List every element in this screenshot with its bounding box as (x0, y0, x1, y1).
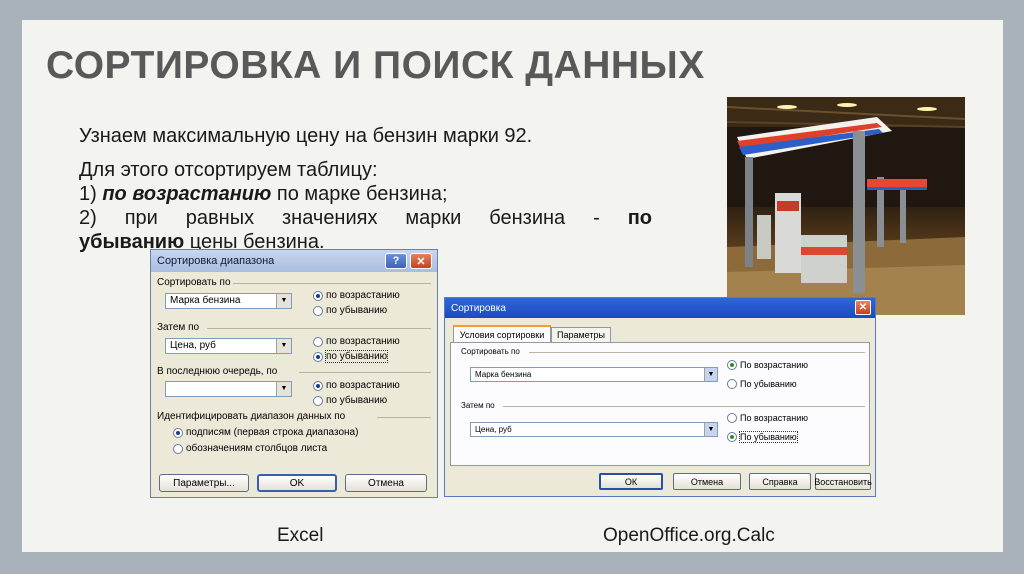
gas-station-photo (727, 97, 965, 315)
sort2-desc-label: по убыванию (324, 350, 389, 363)
sort-by-select[interactable]: Марка бензина ▼ (165, 293, 292, 309)
divider (377, 417, 431, 418)
identify-columns-label: обозначениям столбцов листа (186, 443, 328, 454)
oo-then-by-value: Цена, руб (475, 425, 512, 434)
sort3-asc-label: по возрастанию (326, 380, 400, 391)
close-button[interactable]: ✕ (855, 300, 871, 315)
identify-headers-radio[interactable]: подписям (первая строка диапазона) (173, 427, 358, 438)
chevron-down-icon[interactable]: ▼ (276, 382, 291, 396)
chevron-down-icon[interactable]: ▼ (704, 423, 717, 436)
chevron-down-icon[interactable]: ▼ (276, 339, 291, 353)
radio-icon (313, 305, 323, 316)
text-line-4: 2) при равных значениях марки бензина - … (79, 206, 652, 230)
oo-sort2-asc-radio[interactable]: По возрастанию (727, 413, 808, 423)
oo-dialog-title: Сортировка (451, 302, 506, 314)
oo-sort-by-label: Сортировать по (461, 347, 520, 356)
identify-columns-radio[interactable]: обозначениям столбцов листа (173, 443, 327, 454)
oo-sort1-asc-radio[interactable]: По возрастанию (727, 360, 808, 370)
oo-sort-by-value: Марка бензина (475, 370, 532, 379)
identify-label: Идентифицировать диапазон данных по (157, 411, 346, 422)
parameters-button[interactable]: Параметры... (159, 474, 249, 492)
then-by-select[interactable]: Цена, руб ▼ (165, 338, 292, 354)
radio-icon (313, 336, 323, 347)
excel-sort-dialog: Сортировка диапазона ? ✕ Сортировать по … (150, 249, 438, 498)
radio-selected-icon (727, 432, 737, 442)
sort1-desc-radio[interactable]: по убыванию (313, 305, 387, 316)
sort3-desc-label: по убыванию (326, 395, 388, 406)
oo-cancel-button[interactable]: Отмена (673, 473, 741, 490)
slide-text: Узнаем максимальную цену на бензин марки… (79, 124, 652, 254)
oo-sort2-desc-radio[interactable]: По убыванию (727, 431, 798, 443)
then-by-value: Цена, руб (170, 340, 216, 351)
caption-openoffice: OpenOffice.org.Calc (603, 525, 775, 546)
divider (503, 406, 865, 407)
divider (207, 328, 431, 329)
radio-selected-icon (173, 427, 183, 438)
slide-title: СОРТИРОВКА И ПОИСК ДАННЫХ (46, 44, 705, 87)
excel-dialog-titlebar: Сортировка диапазона ? ✕ (151, 250, 437, 272)
oo-sort2-asc-label: По возрастанию (740, 413, 808, 423)
radio-selected-icon (727, 360, 737, 370)
chevron-down-icon[interactable]: ▼ (704, 368, 717, 381)
oo-restore-button[interactable]: Восстановить (814, 473, 872, 490)
close-button[interactable]: ✕ (410, 253, 432, 269)
oo-sort1-asc-label: По возрастанию (740, 360, 808, 370)
oo-sort1-desc-label: По убыванию (740, 379, 797, 389)
openoffice-sort-dialog: Сортировка ✕ Условия сортировки Параметр… (444, 297, 876, 497)
excel-dialog-title: Сортировка диапазона (157, 255, 275, 267)
text-line-1: Узнаем максимальную цену на бензин марки… (79, 125, 533, 147)
line3-rest: по марке бензина; (271, 183, 448, 205)
cancel-button[interactable]: Отмена (345, 474, 427, 492)
oo-then-by-label: Затем по (461, 401, 495, 410)
oo-sort-by-select[interactable]: Марка бензина ▼ (470, 367, 718, 382)
tab-sort-conditions[interactable]: Условия сортировки (453, 325, 551, 342)
sort1-asc-label: по возрастанию (326, 290, 400, 301)
num-1: 1) (79, 183, 103, 205)
caption-excel: Excel (277, 525, 324, 546)
sort1-desc-label: по убыванию (326, 305, 388, 316)
oo-sort2-desc-label: По убыванию (739, 431, 798, 443)
oo-sort-panel: Сортировать по Марка бензина ▼ По возрас… (450, 342, 870, 466)
sort3-asc-radio[interactable]: по возрастанию (313, 380, 400, 391)
sort1-asc-radio[interactable]: по возрастанию (313, 290, 400, 301)
line4-start: 2) при равных значениях марки бензина - (79, 207, 600, 229)
oo-help-button[interactable]: Справка (749, 473, 811, 490)
oo-sort1-desc-radio[interactable]: По убыванию (727, 379, 797, 389)
sort-by-value: Марка бензина (170, 295, 241, 306)
sort2-asc-label: по возрастанию (326, 336, 400, 347)
sort2-asc-radio[interactable]: по возрастанию (313, 336, 400, 347)
line4-bold: по (627, 207, 652, 229)
ok-button[interactable]: OK (257, 474, 337, 492)
oo-dialog-titlebar: Сортировка ✕ (445, 298, 875, 318)
radio-selected-icon (313, 351, 323, 362)
divider (233, 283, 431, 284)
oo-ok-button[interactable]: ОК (599, 473, 663, 490)
bold-italic-asc: по возрастанию (102, 183, 272, 205)
radio-icon (727, 413, 737, 423)
radio-selected-icon (313, 290, 323, 301)
radio-icon (173, 443, 183, 454)
radio-icon (727, 379, 737, 389)
radio-icon (313, 395, 323, 406)
oo-then-by-select[interactable]: Цена, руб ▼ (470, 422, 718, 437)
last-by-label: В последнюю очередь, по (157, 366, 278, 377)
help-button[interactable]: ? (385, 253, 407, 269)
gas-station-illustration (727, 97, 965, 315)
sort2-desc-radio[interactable]: по убыванию (313, 350, 389, 363)
text-line-3: 1) по возрастанию по марке бензина; (79, 182, 652, 206)
radio-selected-icon (313, 380, 323, 391)
divider (529, 352, 865, 353)
identify-headers-label: подписям (первая строка диапазона) (186, 427, 359, 438)
sort-by-label: Сортировать по (157, 277, 231, 288)
sort3-desc-radio[interactable]: по убыванию (313, 395, 387, 406)
text-line-2: Для этого отсортируем таблицу: (79, 159, 378, 181)
then-by-label: Затем по (157, 322, 200, 333)
last-by-select[interactable]: ▼ (165, 381, 292, 397)
chevron-down-icon[interactable]: ▼ (276, 294, 291, 308)
tab-parameters[interactable]: Параметры (551, 327, 611, 342)
divider (299, 372, 431, 373)
